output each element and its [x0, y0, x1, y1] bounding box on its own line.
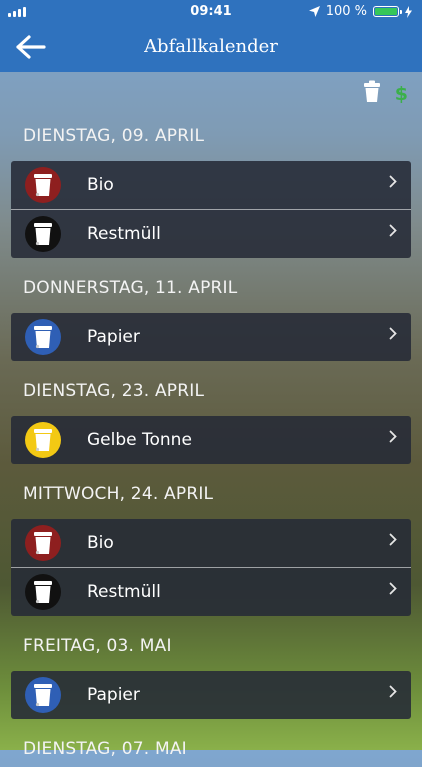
pickup-label: Bio — [87, 175, 114, 195]
status-bar: 09:41 100 % — [0, 0, 422, 24]
navigation-bar: Abfallkalender — [0, 24, 422, 72]
bin-filter-icon — [363, 80, 380, 102]
date-header: DIENSTAG, 07. MAI — [23, 739, 187, 759]
pickup-row[interactable]: Bio — [11, 161, 411, 209]
date-header: DIENSTAG, 09. APRIL — [23, 126, 205, 146]
bin-badge — [25, 525, 61, 561]
chevron-right-icon — [389, 533, 397, 550]
trash-bin-icon — [34, 223, 52, 246]
chevron-right-icon — [389, 327, 397, 344]
chevron-right-icon — [389, 175, 397, 192]
date-header: DONNERSTAG, 11. APRIL — [23, 278, 238, 298]
pickup-label: Restmüll — [87, 224, 161, 244]
toolbar: $ — [363, 80, 408, 108]
pickup-group: Gelbe Tonne — [11, 416, 411, 464]
pickup-label: Gelbe Tonne — [87, 430, 192, 450]
trash-bin-icon — [34, 174, 52, 197]
page-title: Abfallkalender — [144, 36, 278, 57]
trash-bin-icon — [34, 581, 52, 604]
pickup-row[interactable]: Restmüll — [11, 209, 411, 258]
date-header: MITTWOCH, 24. APRIL — [23, 484, 214, 504]
dollar-sign-icon: $ — [394, 83, 408, 105]
pickup-row[interactable]: Papier — [11, 671, 411, 719]
chevron-right-icon — [389, 685, 397, 702]
pickup-label: Papier — [87, 685, 140, 705]
pickup-label: Bio — [87, 533, 114, 553]
trash-bin-icon — [34, 429, 52, 452]
battery-percent: 100 % — [325, 4, 367, 19]
pickup-group: Bio Restmüll — [11, 161, 411, 258]
pickup-row[interactable]: Bio — [11, 519, 411, 567]
charging-bolt-icon — [405, 5, 412, 18]
bin-badge — [25, 216, 61, 252]
trash-bin-icon — [34, 326, 52, 349]
pickup-group: Bio Restmüll — [11, 519, 411, 616]
chevron-right-icon — [389, 224, 397, 241]
dollar-button[interactable]: $ — [395, 83, 408, 105]
trash-bin-icon — [34, 532, 52, 555]
bin-badge — [25, 574, 61, 610]
chevron-right-icon — [389, 582, 397, 599]
trash-bin-icon — [34, 684, 52, 707]
pickup-label: Papier — [87, 327, 140, 347]
calendar-list: DIENSTAG, 09. APRIL Bio Restmüll DONNERSTAG… — [0, 118, 422, 767]
pickup-group: Papier — [11, 671, 411, 719]
date-header: FREITAG, 03. MAI — [23, 636, 172, 656]
bin-badge — [25, 167, 61, 203]
bin-filter-button[interactable] — [363, 80, 381, 108]
bin-badge — [25, 319, 61, 355]
pickup-row[interactable]: Papier — [11, 313, 411, 361]
battery-icon — [373, 6, 402, 17]
pickup-label: Restmüll — [87, 582, 161, 602]
pickup-row[interactable]: Gelbe Tonne — [11, 416, 411, 464]
chevron-right-icon — [389, 430, 397, 447]
date-header: DIENSTAG, 23. APRIL — [23, 381, 205, 401]
bin-badge — [25, 677, 61, 713]
pickup-row[interactable]: Restmüll — [11, 567, 411, 616]
location-arrow-icon — [308, 6, 320, 17]
pickup-group: Papier — [11, 313, 411, 361]
bin-badge — [25, 422, 61, 458]
